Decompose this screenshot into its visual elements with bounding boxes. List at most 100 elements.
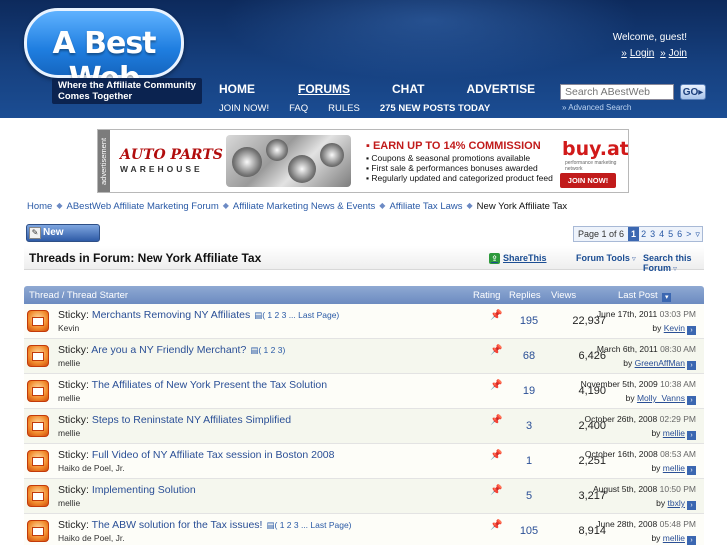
breadcrumb-tax-laws[interactable]: Affiliate Tax Laws [389, 201, 462, 212]
nav-rules[interactable]: RULES [328, 100, 360, 118]
wheel-icon [320, 143, 344, 167]
last-post-time: 08:30 AM [660, 344, 696, 354]
page-4[interactable]: 4 [657, 227, 666, 241]
last-post-user[interactable]: GreenAffMan [635, 358, 685, 368]
thread-starter[interactable]: Kevin [58, 323, 79, 333]
view-count: 22,937 [572, 315, 606, 327]
last-post-user[interactable]: mellie [663, 533, 685, 543]
last-post-by: by Molly_Vanns › [626, 393, 696, 405]
advanced-search-link[interactable]: » Advanced Search [562, 103, 631, 112]
last-post-user[interactable]: Molly_Vanns [637, 393, 685, 403]
search-forum-label: Search this Forum [643, 253, 692, 273]
breadcrumb-forum[interactable]: ABestWeb Affiliate Marketing Forum [67, 201, 219, 212]
thread-title-link[interactable]: Are you a NY Friendly Merchant? [91, 344, 246, 356]
thread-starter[interactable]: mellie [58, 358, 80, 368]
last-post-user[interactable]: tbxly [668, 498, 685, 508]
go-to-last-post-icon[interactable]: › [687, 501, 696, 510]
col-views[interactable]: Views [551, 290, 576, 301]
col-thread[interactable]: Thread / Thread Starter [29, 290, 128, 301]
breadcrumb: Home ◆ ABestWeb Affiliate Marketing Foru… [27, 201, 567, 212]
page-3[interactable]: 3 [648, 227, 657, 241]
thread-title-link[interactable]: Full Video of NY Affiliate Tax session i… [92, 449, 335, 461]
thread-title-line: Sticky: Steps to Reninstate NY Affiliate… [58, 414, 291, 426]
table-row: Sticky: Full Video of NY Affiliate Tax s… [24, 444, 704, 479]
ad-banner[interactable]: advertisement AUTO PARTS WAREHOUSE ▪ EAR… [97, 129, 629, 193]
envelope-icon [32, 352, 44, 361]
sticky-prefix: Sticky: [58, 484, 89, 496]
search-go-button[interactable]: GO▸ [680, 84, 706, 100]
envelope-icon [32, 457, 44, 466]
breadcrumb-home[interactable]: Home [27, 201, 52, 212]
go-to-last-post-icon[interactable]: › [687, 361, 696, 370]
nav-sub-row: JOIN NOW! FAQ RULES 275 NEW POSTS TODAY [202, 100, 554, 118]
table-row: Sticky: The Affiliates of New York Prese… [24, 374, 704, 409]
breadcrumb-news[interactable]: Affiliate Marketing News & Events [233, 201, 375, 212]
thread-pages[interactable]: ▤( 1 2 3 ... Last Page) [254, 310, 339, 320]
go-to-last-post-icon[interactable]: › [687, 396, 696, 405]
thread-title-link[interactable]: Merchants Removing NY Affiliates [92, 309, 250, 321]
col-replies[interactable]: Replies [509, 290, 541, 301]
table-row: Sticky: Steps to Reninstate NY Affiliate… [24, 409, 704, 444]
nav-chat[interactable]: CHAT [392, 80, 424, 100]
page-2[interactable]: 2 [639, 227, 648, 241]
new-thread-button[interactable]: ✎ New Thread [26, 224, 100, 254]
go-to-last-post-icon[interactable]: › [687, 431, 696, 440]
nav-home[interactable]: HOME [219, 80, 255, 100]
last-post-date: October 26th, 2008 02:29 PM [584, 414, 696, 424]
thread-status-icon [27, 450, 49, 472]
tire-icon [232, 147, 262, 177]
thread-status-icon [27, 345, 49, 367]
go-to-last-post-icon[interactable]: › [687, 466, 696, 475]
last-post-by: by mellie › [651, 428, 696, 440]
nav-forums[interactable]: FORUMS [298, 80, 350, 100]
go-to-last-post-icon[interactable]: › [687, 326, 696, 335]
thread-pages[interactable]: ▤( 1 2 3) [250, 345, 285, 355]
thread-pages[interactable]: ▤( 1 2 3 ... Last Page) [266, 520, 351, 530]
nav-new-posts[interactable]: 275 NEW POSTS TODAY [380, 100, 490, 118]
last-post-user[interactable]: mellie [663, 463, 685, 473]
table-row: Sticky: Are you a NY Friendly Merchant? ▤… [24, 339, 704, 374]
breadcrumb-current: New York Affiliate Tax [476, 201, 568, 212]
nav-faq[interactable]: FAQ [289, 100, 308, 118]
login-link[interactable]: Login [630, 48, 654, 59]
nav-join-now[interactable]: JOIN NOW! [219, 100, 269, 118]
thread-starter[interactable]: Haiko de Poel, Jr. [58, 533, 125, 543]
thread-starter[interactable]: mellie [58, 428, 80, 438]
share-this-link[interactable]: ⇪ ShareThis [489, 253, 547, 264]
last-post-user[interactable]: mellie [663, 428, 685, 438]
sticky-pin-icon: 📌 [490, 380, 503, 391]
page-5[interactable]: 5 [666, 227, 675, 241]
ad-join-button[interactable]: JOIN NOW! [560, 173, 616, 188]
forum-tools-menu[interactable]: Forum Tools ▿ [576, 253, 636, 263]
ad-network-tag: performance marketing network [565, 160, 617, 172]
search-forum-menu[interactable]: Search this Forum ▿ [643, 253, 704, 273]
sticky-prefix: Sticky: [58, 309, 89, 321]
thread-title-link[interactable]: The ABW solution for the Tax issues! [92, 519, 263, 531]
thread-starter[interactable]: mellie [58, 393, 80, 403]
last-post-user[interactable]: Kevin [664, 323, 685, 333]
last-post-date: June 28th, 2008 05:48 PM [596, 519, 696, 529]
page-next[interactable]: > [684, 227, 693, 241]
go-to-last-post-icon[interactable]: › [687, 536, 696, 545]
by-label: by [656, 498, 666, 508]
main-nav: HOME FORUMS CHAT ADVERTISE JOIN NOW! FAQ… [202, 80, 554, 118]
envelope-icon [32, 317, 44, 326]
by-label: by [651, 428, 661, 438]
join-link[interactable]: Join [669, 48, 687, 59]
nav-advertise[interactable]: ADVERTISE [466, 80, 535, 100]
thread-title-link[interactable]: The Affiliates of New York Present the T… [92, 379, 327, 391]
nav-main-row: HOME FORUMS CHAT ADVERTISE [202, 80, 554, 100]
thread-title-link[interactable]: Implementing Solution [92, 484, 196, 496]
ad-label: advertisement [98, 130, 110, 192]
col-last-post[interactable]: Last Post ▾ [618, 290, 672, 302]
by-label: by [651, 463, 661, 473]
search-input[interactable] [560, 84, 674, 100]
site-logo[interactable]: A Best Web Where the Affiliate Community… [24, 8, 202, 104]
page-6[interactable]: 6 [675, 227, 684, 241]
last-post-day: March 6th, 2011 [596, 344, 658, 354]
thread-starter[interactable]: Haiko de Poel, Jr. [58, 463, 125, 473]
page-menu-chevron-icon[interactable]: ▿ [693, 227, 702, 241]
col-rating[interactable]: Rating [473, 290, 500, 301]
thread-title-link[interactable]: Steps to Reninstate NY Affiliates Simpli… [92, 414, 291, 426]
thread-starter[interactable]: mellie [58, 498, 80, 508]
